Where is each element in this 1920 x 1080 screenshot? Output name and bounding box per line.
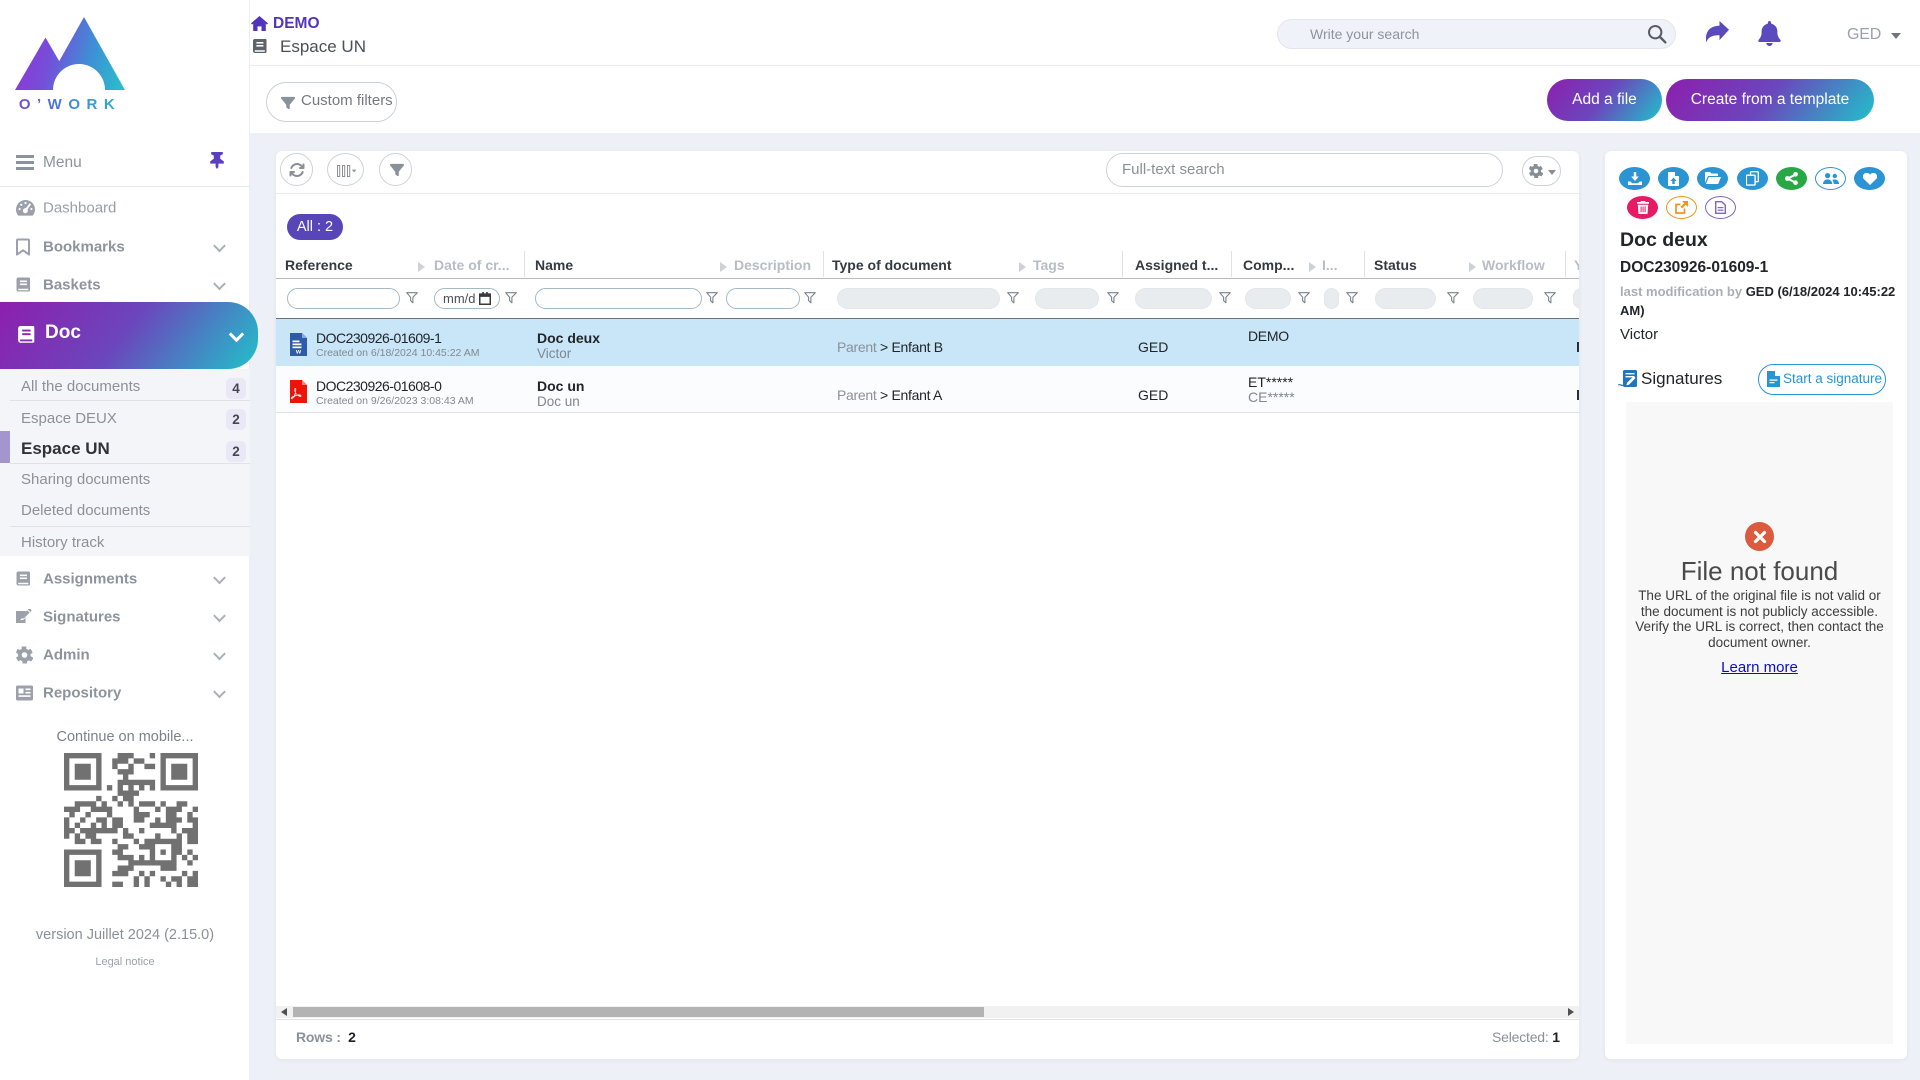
svg-text:w: w (295, 349, 302, 356)
